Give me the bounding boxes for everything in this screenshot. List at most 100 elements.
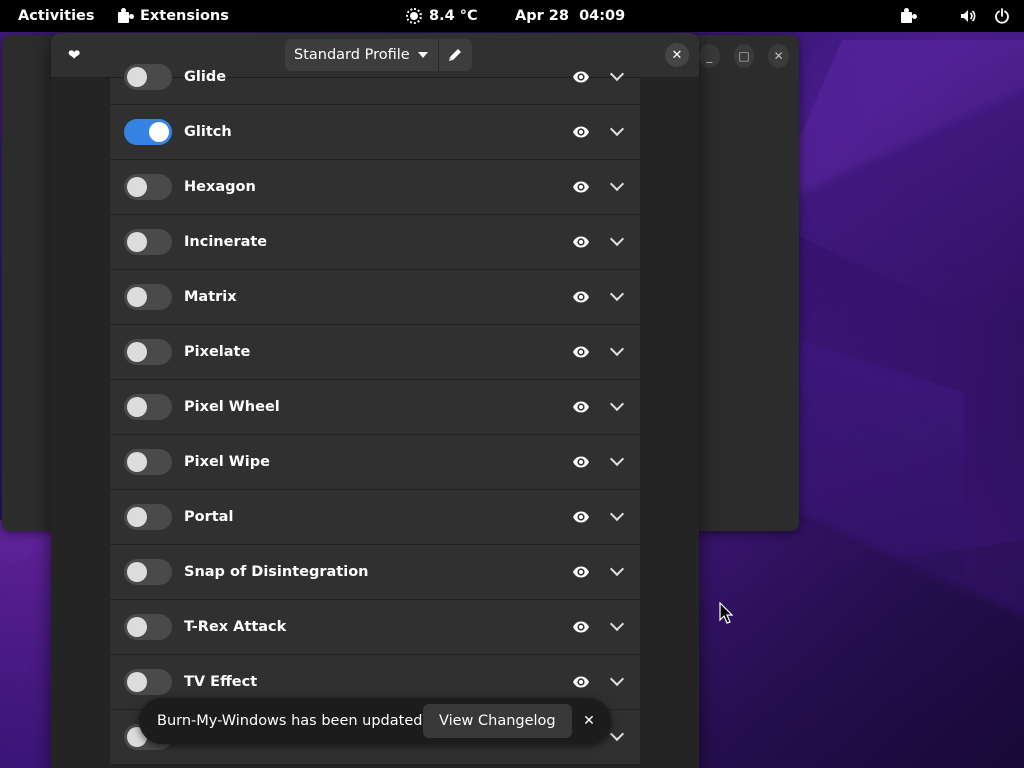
effect-toggle[interactable] bbox=[124, 504, 172, 530]
eye-icon[interactable] bbox=[572, 621, 590, 633]
weather-temperature: 8.4 °C bbox=[429, 8, 478, 24]
eye-icon[interactable] bbox=[572, 346, 590, 358]
eye-icon[interactable] bbox=[572, 71, 590, 83]
chevron-down-icon[interactable] bbox=[609, 671, 625, 687]
effect-toggle[interactable] bbox=[124, 64, 172, 90]
toggle-knob bbox=[127, 617, 147, 637]
chevron-down-icon[interactable] bbox=[609, 231, 625, 247]
effect-row[interactable]: Matrix bbox=[110, 270, 640, 325]
effect-row[interactable]: Pixel Wheel bbox=[110, 380, 640, 435]
toggle-knob bbox=[127, 507, 147, 527]
close-icon[interactable]: ✕ bbox=[577, 709, 601, 733]
content-area: Glide Glitch Hexagon Incinerate Matrix Pixela… bbox=[51, 64, 699, 768]
effect-label: TV Effect bbox=[184, 674, 258, 690]
wallpaper-shape bbox=[700, 540, 1024, 768]
toggle-knob bbox=[149, 122, 169, 142]
close-icon[interactable]: ✕ bbox=[665, 43, 689, 67]
clock[interactable]: Apr 28 04:09 bbox=[515, 0, 625, 32]
effect-label: Pixelate bbox=[184, 344, 251, 360]
effect-toggle[interactable] bbox=[124, 669, 172, 695]
clock-label: Apr 28 04:09 bbox=[515, 8, 626, 24]
eye-icon[interactable] bbox=[572, 181, 590, 193]
effect-toggle[interactable] bbox=[124, 449, 172, 475]
view-changelog-button[interactable]: View Changelog bbox=[423, 704, 572, 738]
chevron-down-icon[interactable] bbox=[609, 286, 625, 302]
chevron-down-icon[interactable] bbox=[609, 506, 625, 522]
eye-icon[interactable] bbox=[572, 566, 590, 578]
volume-icon[interactable] bbox=[960, 8, 976, 24]
effect-label: Glitch bbox=[184, 124, 232, 140]
background-window-controls: _ □ ✕ bbox=[698, 35, 799, 77]
effect-label: Matrix bbox=[184, 289, 237, 305]
effect-toggle[interactable] bbox=[124, 284, 172, 310]
effect-row[interactable]: Glitch bbox=[110, 105, 640, 160]
toggle-knob bbox=[127, 287, 147, 307]
chevron-down-icon[interactable] bbox=[609, 726, 625, 742]
toggle-knob bbox=[127, 342, 147, 362]
heart-icon[interactable]: ❤ bbox=[63, 44, 85, 66]
chevron-down-icon[interactable] bbox=[609, 66, 625, 82]
app-menu-label: Extensions bbox=[140, 8, 229, 24]
effect-toggle[interactable] bbox=[124, 614, 172, 640]
effect-row[interactable]: Snap of Disintegration bbox=[110, 545, 640, 600]
wallpaper-shape bbox=[764, 40, 1024, 340]
sun-icon bbox=[406, 8, 422, 24]
effect-label: Pixel Wipe bbox=[184, 454, 270, 470]
effect-label: Snap of Disintegration bbox=[184, 564, 369, 580]
eye-icon[interactable] bbox=[572, 291, 590, 303]
effect-row[interactable]: Portal bbox=[110, 490, 640, 545]
effect-label: Portal bbox=[184, 509, 234, 525]
effect-row[interactable]: Hexagon bbox=[110, 160, 640, 215]
chevron-down-icon[interactable] bbox=[609, 341, 625, 357]
eye-icon[interactable] bbox=[572, 236, 590, 248]
effect-toggle[interactable] bbox=[124, 559, 172, 585]
eye-icon[interactable] bbox=[572, 126, 590, 138]
puzzle-icon[interactable] bbox=[900, 8, 916, 24]
chevron-down-icon[interactable] bbox=[609, 451, 625, 467]
effect-label: Glide bbox=[184, 69, 227, 85]
effect-row[interactable]: T-Rex Attack bbox=[110, 600, 640, 655]
effect-toggle[interactable] bbox=[124, 394, 172, 420]
toggle-knob bbox=[127, 672, 147, 692]
chevron-down-icon[interactable] bbox=[609, 176, 625, 192]
eye-icon[interactable] bbox=[572, 511, 590, 523]
effect-label: Incinerate bbox=[184, 234, 268, 250]
update-toast: Burn-My-Windows has been updated! View C… bbox=[139, 698, 611, 744]
eye-icon[interactable] bbox=[572, 401, 590, 413]
weather-indicator[interactable]: 8.4 °C bbox=[406, 0, 478, 32]
chevron-down-icon[interactable] bbox=[609, 121, 625, 137]
extensions-app-menu[interactable]: Extensions bbox=[117, 0, 229, 32]
top-bar: Activities Extensions 8.4 °C Apr 28 04:0… bbox=[0, 0, 1024, 32]
effect-row[interactable]: Incinerate bbox=[110, 215, 640, 270]
toggle-knob bbox=[127, 452, 147, 472]
close-icon[interactable]: ✕ bbox=[768, 44, 789, 68]
chevron-down-icon[interactable] bbox=[609, 616, 625, 632]
effect-toggle[interactable] bbox=[124, 174, 172, 200]
effect-row[interactable]: Pixel Wipe bbox=[110, 435, 640, 490]
eye-icon[interactable] bbox=[572, 676, 590, 688]
mouse-cursor-icon bbox=[719, 602, 733, 624]
effect-label: Hexagon bbox=[184, 179, 256, 195]
view-changelog-label: View Changelog bbox=[439, 713, 556, 729]
minimize-icon[interactable]: _ bbox=[698, 44, 720, 68]
effect-row[interactable]: Glide bbox=[110, 50, 640, 105]
effect-toggle[interactable] bbox=[124, 119, 172, 145]
chevron-down-icon[interactable] bbox=[609, 396, 625, 412]
effect-toggle[interactable] bbox=[124, 229, 172, 255]
preferences-window: ❤ Standard Profile ✕ Glide Glitch Hexagon I… bbox=[51, 33, 699, 768]
effect-row[interactable]: Pixelate bbox=[110, 325, 640, 380]
effect-toggle[interactable] bbox=[124, 339, 172, 365]
activities-label: Activities bbox=[18, 8, 95, 24]
effects-list: Glide Glitch Hexagon Incinerate Matrix Pixela… bbox=[110, 64, 640, 765]
power-icon[interactable] bbox=[994, 8, 1010, 24]
toast-message: Burn-My-Windows has been updated! bbox=[157, 713, 429, 729]
toggle-knob bbox=[127, 232, 147, 252]
toggle-knob bbox=[127, 177, 147, 197]
chevron-down-icon[interactable] bbox=[609, 561, 625, 577]
maximize-icon[interactable]: □ bbox=[733, 44, 755, 68]
system-tray[interactable] bbox=[900, 0, 1010, 32]
eye-icon[interactable] bbox=[572, 456, 590, 468]
toggle-knob bbox=[127, 562, 147, 582]
activities-button[interactable]: Activities bbox=[18, 0, 95, 32]
toggle-knob bbox=[127, 67, 147, 87]
